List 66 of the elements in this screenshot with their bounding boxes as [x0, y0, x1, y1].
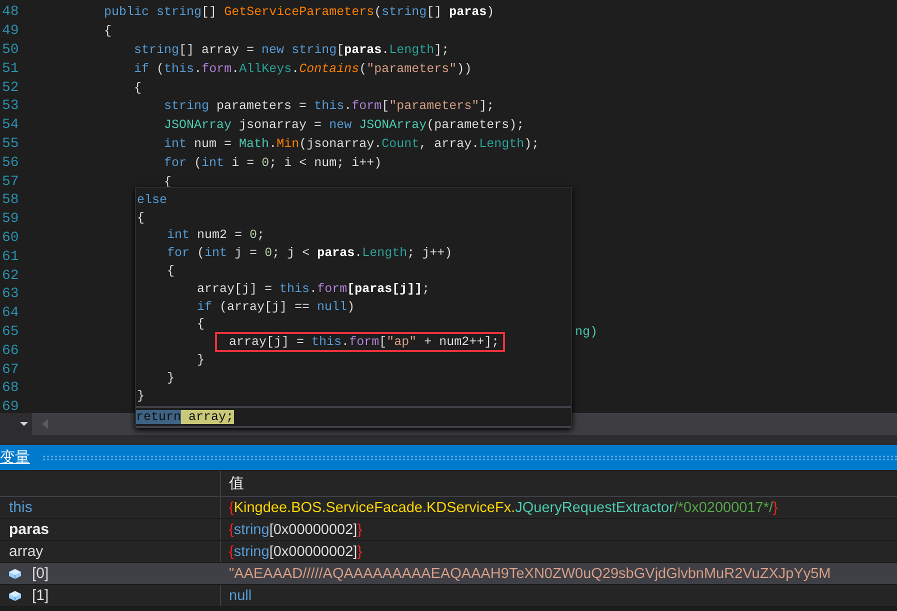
line-number: 60 — [1, 230, 20, 246]
code-line: JSONArray jsonarray = new JSONArray(parameters); — [163, 118, 524, 132]
line-number: 54 — [1, 117, 20, 134]
code-line: string[] array = new string[paras.Length]; — [133, 42, 450, 57]
code-line: } — [196, 353, 205, 368]
variable-row[interactable]: paras {string[0x00000002]} — [0, 519, 897, 541]
code-line: { — [137, 210, 145, 225]
variable-name: [0] — [32, 565, 49, 582]
code-line: array[j] = this.form[paras[j]]; — [196, 282, 430, 296]
line-number: 62 — [1, 268, 20, 284]
code-fragment: ng) — [575, 324, 598, 339]
variable-name: [1] — [32, 587, 49, 604]
code-line: string parameters = this.form["parameters"]; — [163, 99, 494, 114]
code-line: int num = Math.Min(jsonarray.Count, array.Length); — [163, 136, 540, 151]
code-line: array[j] = this.form["ap" + num2++]; — [229, 335, 500, 350]
variable-value: null — [229, 588, 252, 604]
line-number: 56 — [1, 154, 20, 171]
line-number: 68 — [1, 380, 20, 396]
line-number: 55 — [1, 136, 20, 152]
line-number: 58 — [1, 192, 20, 208]
line-number: 52 — [1, 80, 20, 96]
column-header[interactable]: 值 — [229, 474, 244, 493]
variable-name: array — [9, 543, 44, 560]
scroll-left-icon[interactable] — [42, 419, 48, 429]
code-line: for (int i = 0; i < num; i++) — [163, 156, 382, 170]
line-number: 59 — [1, 211, 20, 228]
field-icon — [8, 590, 22, 602]
panel-title[interactable]: 变量 — [0, 448, 30, 467]
variable-row[interactable]: [1] null — [0, 585, 897, 607]
line-number: 69 — [1, 399, 20, 416]
variable-value: "AAEAAAD/////AQAAAAAAAAAEAQAAAH9TeXN0ZW0uQ29sbGVjdGlvbnMuR2VuZXJpYy5M — [229, 566, 831, 582]
line-number: 48 — [1, 4, 20, 20]
line-number: 63 — [1, 286, 20, 302]
code-line: } — [137, 388, 145, 403]
zoom-dropdown[interactable] — [0, 413, 32, 435]
code-line: { — [196, 317, 205, 332]
code-line: if (this.form.AllKeys.Contains("parameters")) — [133, 62, 472, 76]
line-number: 61 — [1, 248, 20, 265]
line-number: 57 — [1, 174, 20, 190]
line-number: 49 — [1, 23, 20, 40]
line-number: 65 — [1, 324, 20, 340]
variable-name: this — [9, 499, 32, 516]
line-number: 64 — [1, 305, 20, 322]
code-line: return array; — [136, 410, 234, 424]
line-number: 53 — [1, 98, 20, 114]
code-line: int num2 = 0; — [166, 228, 265, 242]
line-number: 67 — [1, 362, 20, 378]
variable-name: paras — [9, 521, 50, 538]
code-line: { — [103, 24, 112, 38]
code-line: } — [166, 370, 175, 385]
code-line: if (array[j] == null) — [196, 300, 355, 314]
field-icon — [8, 568, 22, 580]
line-number: 51 — [1, 60, 20, 77]
code-line: { — [133, 80, 142, 95]
code-line: for (int j = 0; j < paras.Length; j++) — [166, 246, 452, 260]
line-number: 66 — [1, 342, 20, 359]
code-line: else — [137, 192, 168, 207]
variable-value: {string[0x00000002]} — [229, 544, 362, 560]
variable-value: {string[0x00000002]} — [229, 522, 362, 538]
variable-value: {Kingdee.BOS.ServiceFacade.KDServiceFx.JQueryRequestExtractor/*0x02000017*/} — [229, 500, 778, 516]
code-line: { — [166, 264, 175, 278]
caret-icon — [20, 422, 28, 426]
variable-row[interactable]: this {Kingdee.BOS.ServiceFacade.KDServiceFx.JQueryRequestExtractor/*0x02000017*/} — [0, 497, 897, 519]
line-number: 50 — [1, 42, 20, 58]
variable-row[interactable]: [0] "AAEAAAD/////AQAAAAAAAAAEAQAAAH9TeXN0ZW0uQ29sbGVjdGlvbnMuR2VuZXJpYy5M — [0, 563, 897, 585]
code-line: public string[] GetServiceParameters(string[] paras) — [103, 5, 494, 20]
